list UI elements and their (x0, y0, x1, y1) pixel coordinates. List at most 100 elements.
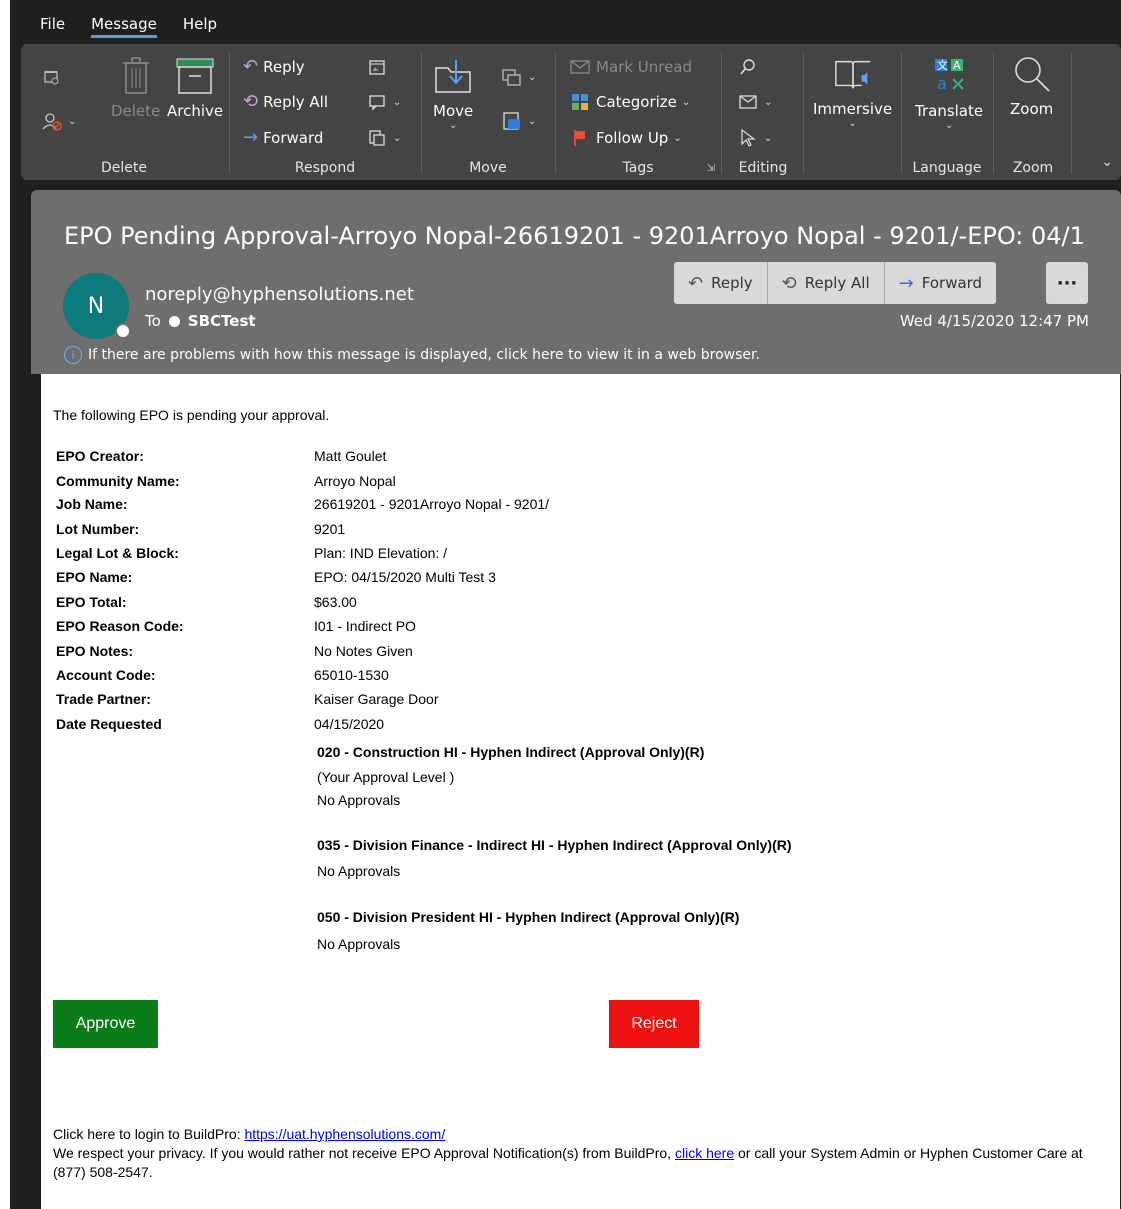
field-label: EPO Name: (56, 569, 133, 585)
ribbon-group-tags: Mark Unread Categorize ⌄ Follow Up ⌄ Tag… (557, 44, 719, 180)
group-label-zoom: Zoom (1012, 160, 1054, 176)
more-actions-button[interactable]: ··· (1046, 262, 1088, 304)
recipient-name[interactable]: SBCTest (188, 312, 256, 330)
intro-text: The following EPO is pending your approv… (53, 407, 330, 423)
field-label: Date Requested (56, 716, 162, 732)
approval-level-title: 035 - Division Finance - Indirect HI - H… (317, 837, 792, 853)
chevron-down-icon: ⌄ (68, 115, 77, 127)
forward-button[interactable]: → Forward (884, 262, 997, 304)
group-label-move: Move (469, 160, 507, 176)
calendar-reply-icon (366, 56, 388, 78)
immersive-label: Immersive (813, 100, 893, 118)
menu-file[interactable]: File (10, 8, 78, 40)
ribbon-group-zoom: Zoom Zoom (995, 44, 1071, 180)
ribbon-group-editing: ⌄ ⌄ Editing (723, 44, 803, 180)
approval-level-status: No Approvals (317, 792, 401, 808)
chevron-down-icon: ⌄ (528, 115, 537, 127)
ribbon-group-immersive: Immersive ⌄ (805, 44, 899, 180)
field-label: EPO Creator: (56, 448, 144, 464)
ribbon-forward-label: Forward (263, 128, 324, 147)
menu-bar: File Message Help (10, 8, 230, 40)
ribbon-forward-button[interactable]: → Forward (243, 127, 323, 148)
translate-icon: 文Aa (929, 56, 969, 96)
chevron-down-icon: ⌄ (681, 96, 691, 108)
approval-level-title: 020 - Construction HI - Hyphen Indirect … (317, 744, 705, 760)
more-respond-icon (366, 127, 388, 149)
menu-message[interactable]: Message (78, 8, 170, 40)
archive-button[interactable]: Archive (167, 56, 223, 120)
message-date: Wed 4/15/2020 12:47 PM (899, 312, 1089, 330)
related-button[interactable]: ⌄ (737, 91, 772, 113)
ribbon-divider (421, 52, 422, 174)
mark-unread-button[interactable]: Mark Unread (569, 56, 692, 78)
display-info-bar[interactable]: i If there are problems with how this me… (64, 346, 760, 364)
junk-button[interactable]: ⌄ (41, 110, 76, 132)
buildpro-login-link[interactable]: https://uat.hyphensolutions.com/ (244, 1126, 445, 1142)
rules-button[interactable]: ⌄ (501, 66, 536, 88)
ribbon-divider (803, 52, 804, 174)
menu-help[interactable]: Help (170, 8, 230, 40)
ribbon-reply-button[interactable]: ↶ Reply (243, 56, 305, 77)
reply-icon: ↶ (243, 56, 259, 77)
follow-up-button[interactable]: Follow Up ⌄ (569, 127, 682, 149)
dialog-launcher-icon[interactable]: ⇲ (707, 163, 715, 174)
reject-button[interactable]: Reject (609, 1000, 699, 1048)
unsubscribe-link[interactable]: click here (675, 1145, 734, 1161)
chevron-down-icon: ⌄ (764, 132, 773, 144)
archive-label: Archive (167, 102, 224, 120)
immersive-reader-button[interactable]: Immersive ⌄ (813, 54, 892, 129)
approve-button[interactable]: Approve (53, 1000, 158, 1048)
message-body: The following EPO is pending your approv… (41, 374, 1120, 1209)
translate-button[interactable]: 文Aa Translate ⌄ (915, 56, 983, 131)
reply-all-icon: ⟲ (243, 91, 259, 112)
chevron-down-icon: ⌄ (944, 120, 954, 131)
field-value: EPO: 04/15/2020 Multi Test 3 (314, 569, 496, 585)
field-value: No Notes Given (314, 643, 413, 659)
field-label: Legal Lot & Block: (56, 545, 179, 561)
delete-button[interactable]: Delete (111, 56, 160, 120)
message-subject: EPO Pending Approval-Arroyo Nopal-266192… (64, 222, 1084, 250)
select-button[interactable]: ⌄ (737, 127, 772, 149)
field-value: I01 - Indirect PO (314, 618, 416, 634)
field-label: EPO Total: (56, 594, 127, 610)
field-value: 65010-1530 (314, 667, 389, 683)
find-button[interactable] (737, 56, 759, 78)
junk-icon (41, 110, 63, 132)
ignore-button[interactable] (41, 66, 63, 88)
ribbon-reply-all-button[interactable]: ⟲ Reply All (243, 91, 328, 112)
group-label-tags: Tags (622, 160, 654, 176)
outlook-window: File Message Help ⌄ Delete Archive Delet… (10, 0, 1121, 1209)
approval-level-note: (Your Approval Level ) (317, 769, 455, 785)
zoom-label: Zoom (1010, 100, 1054, 118)
field-value: Plan: IND Elevation: / (314, 545, 448, 561)
reply-all-button[interactable]: ⟲ Reply All (767, 262, 885, 304)
approval-level-status: No Approvals (317, 863, 401, 879)
avatar[interactable]: N (63, 273, 131, 339)
ignore-icon (41, 66, 63, 88)
message-header: EPO Pending Approval-Arroyo Nopal-266192… (31, 190, 1121, 374)
more-respond-button[interactable]: ⌄ (366, 127, 401, 149)
sender-address[interactable]: noreply@hyphensolutions.net (145, 284, 414, 305)
zoom-button[interactable]: Zoom (1010, 54, 1053, 118)
categorize-button[interactable]: Categorize ⌄ (569, 91, 690, 113)
im-reply-button[interactable]: ⌄ (366, 91, 401, 113)
forward-label: Forward (921, 274, 983, 292)
chevron-down-icon: ⌄ (673, 132, 682, 144)
info-icon: i (64, 346, 82, 364)
flag-icon (569, 127, 591, 149)
ribbon-reply-label: Reply (263, 57, 305, 76)
ribbon-collapse-icon[interactable]: ⌄ (1101, 154, 1113, 170)
reply-all-label: Reply All (804, 274, 870, 292)
ribbon-reply-all-label: Reply All (263, 92, 329, 111)
onenote-button[interactable]: ⌄ (501, 110, 536, 132)
search-icon (737, 56, 759, 78)
chevron-down-icon: ⌄ (848, 118, 857, 129)
ribbon-divider (993, 52, 994, 174)
ribbon: ⌄ Delete Archive Delete ↶ Reply ⟲ Reply … (21, 44, 1121, 180)
field-label: Job Name: (56, 496, 128, 512)
ribbon-group-language: 文Aa Translate ⌄ Language (903, 44, 991, 180)
meeting-reply-button[interactable] (366, 56, 388, 78)
move-button[interactable]: Move ⌄ (433, 56, 473, 131)
ribbon-group-delete: ⌄ Delete Archive Delete (21, 44, 227, 180)
reply-button[interactable]: ↶ Reply (674, 262, 768, 304)
